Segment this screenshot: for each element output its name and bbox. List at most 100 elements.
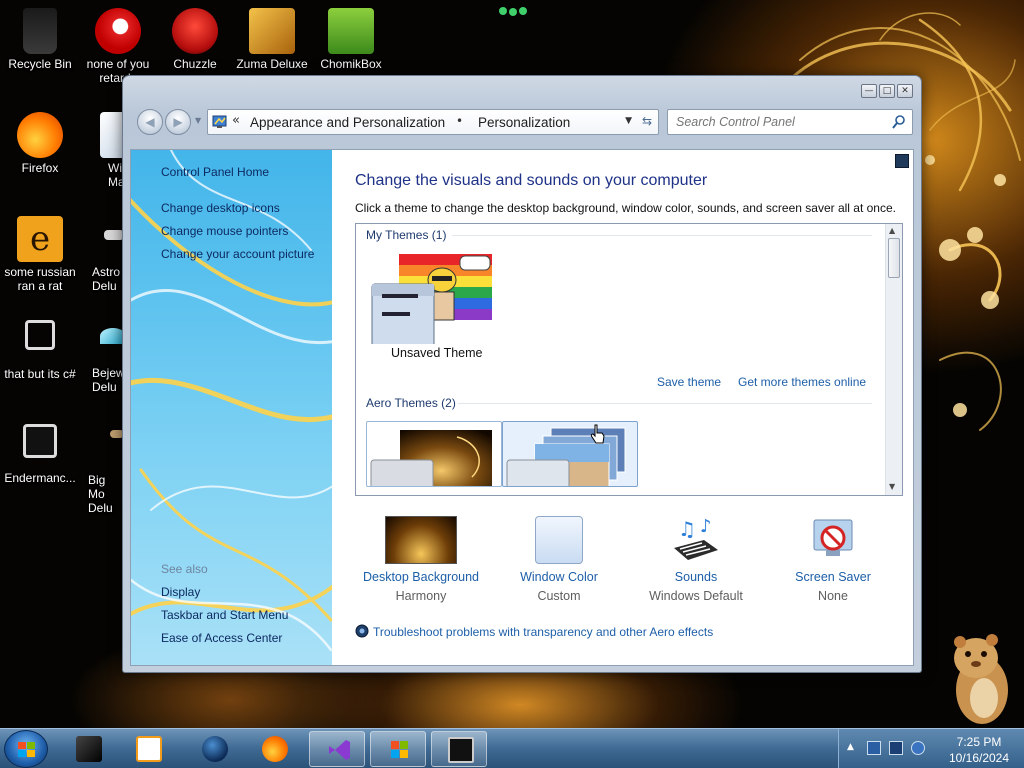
troubleshoot-link[interactable]: Troubleshoot problems with transparency … (355, 624, 713, 639)
taskbar-item-firefox[interactable] (246, 731, 302, 767)
ease-of-access-link[interactable]: Ease of Access Center (161, 631, 282, 645)
change-mouse-pointers-link[interactable]: Change mouse pointers (161, 224, 288, 238)
desktop-icon-zuma-deluxe[interactable]: Zuma Deluxe (232, 8, 312, 71)
help-icon[interactable] (895, 154, 909, 168)
show-hidden-icons[interactable]: ▲ (847, 742, 854, 752)
scroll-down-icon[interactable]: ▼ (889, 482, 895, 491)
firefox-icon (262, 736, 288, 762)
window-color-value: Custom (537, 589, 581, 603)
clock-date: 10/16/2024 (948, 751, 1010, 765)
save-theme-link[interactable]: Save theme (657, 375, 721, 389)
minimize-button[interactable]: — (861, 84, 877, 98)
desktop-icon-astro-deluxe[interactable]: Astro Delu (84, 216, 122, 293)
screen-saver-tool[interactable]: Screen Saver None (763, 516, 903, 603)
forward-button[interactable]: ▶ (165, 109, 191, 135)
desktop-icon-big-money-deluxe[interactable]: Big Mo Delu (84, 424, 122, 515)
system-tray: ▲ 7:25 PM 10/16/2024 (838, 729, 1024, 768)
address-bar[interactable]: « Appearance and Personalization • Perso… (207, 109, 659, 135)
change-desktop-icons-link[interactable]: Change desktop icons (161, 201, 280, 215)
change-account-picture-link[interactable]: Change your account picture (161, 247, 314, 261)
close-button[interactable]: ✕ (897, 84, 913, 98)
screen-saver-value: None (818, 589, 848, 603)
taskbar-item-steam[interactable] (186, 731, 242, 767)
personalization-window: — □ ✕ ◀ ▶ ▼ « Appearance and Personaliza… (122, 75, 922, 673)
control-panel-icon (212, 115, 227, 128)
desktop-icon-some-russian[interactable]: e some russian ran a rat (0, 216, 80, 293)
desktop-icon-endermanc[interactable]: Endermanc... (0, 424, 80, 485)
steam-icon (202, 736, 228, 762)
my-themes-heading: My Themes (1) (366, 228, 447, 242)
taskbar-item-control-panel[interactable] (431, 731, 487, 767)
desktop-icon-none-of-you[interactable]: none of you retards (78, 8, 158, 85)
hamster-gadget[interactable] (936, 628, 1024, 728)
main-pane: Change the visuals and sounds on your co… (332, 150, 913, 665)
start-button[interactable] (4, 730, 48, 768)
get-more-themes-link[interactable]: Get more themes online (738, 375, 866, 389)
window-color-tool[interactable]: Window Color Custom (489, 516, 629, 603)
desktop-icon-windows-media[interactable]: Window Ma (84, 112, 122, 189)
clock-time: 7:25 PM (956, 735, 1002, 749)
unsaved-theme-label[interactable]: Unsaved Theme (391, 346, 483, 360)
aero-themes-heading: Aero Themes (2) (366, 396, 456, 410)
chuzzle-icon (172, 8, 218, 54)
troubleshoot-label[interactable]: Troubleshoot problems with transparency … (373, 625, 713, 639)
desktop-icon-firefox[interactable]: Firefox (0, 112, 80, 175)
display-link[interactable]: Display (161, 585, 200, 599)
desktop-icon-label: Big Mo Delu (88, 473, 113, 515)
refresh-icon[interactable]: ⇆ (642, 114, 652, 128)
desktop-background-value: Harmony (395, 589, 447, 603)
troubleshoot-icon (355, 624, 369, 638)
desktop-icon-label: Recycle Bin (8, 57, 72, 71)
bejeweled-icon (100, 328, 122, 344)
screen-saver-label: Screen Saver (795, 570, 871, 584)
theme-list-scrollbar[interactable]: ▲ ▼ (885, 224, 902, 495)
sounds-icon: ♫ ♪ (674, 516, 718, 560)
sounds-label: Sounds (674, 570, 718, 584)
control-panel-home-link[interactable]: Control Panel Home (161, 165, 269, 179)
window-color-icon (535, 516, 583, 564)
sounds-tool[interactable]: ♫ ♪ Sounds Windows Default (626, 516, 766, 603)
scroll-up-icon[interactable]: ▲ (889, 226, 895, 235)
desktop-background-icon (385, 516, 457, 564)
breadcrumb-appearance[interactable]: Appearance and Personalization (250, 115, 445, 130)
tray-app-icon[interactable] (867, 741, 881, 755)
desktop-icon-chomikbox[interactable]: ChomikBox (311, 8, 391, 71)
desktop-icon-bejeweled-deluxe[interactable]: Bejew Delu (84, 320, 122, 394)
taskbar-item-windows-flag[interactable] (370, 731, 426, 767)
desktop-icon-that-but-its-c[interactable]: that but its c# (0, 320, 80, 381)
volume-icon[interactable] (911, 741, 925, 755)
unsaved-theme-thumbnail (371, 254, 492, 344)
breadcrumb-personalization[interactable]: Personalization (478, 115, 570, 130)
search-box[interactable] (667, 109, 913, 135)
desktop-icon-recycle-bin[interactable]: Recycle Bin (0, 8, 80, 71)
scrollbar-thumb[interactable] (888, 238, 900, 278)
search-input[interactable] (676, 114, 886, 130)
navigation-bar: ◀ ▶ ▼ « Appearance and Personalization •… (133, 106, 915, 138)
app-icon (95, 8, 141, 54)
divider (452, 235, 872, 236)
taskbar-item-media-player[interactable] (120, 731, 176, 767)
desktop-background-tool[interactable]: Desktop Background Harmony (351, 516, 491, 603)
desktop-icon-label: Window Ma (108, 161, 122, 189)
desktop-icon-label: Zuma Deluxe (236, 57, 308, 71)
taskbar-start-menu-link[interactable]: Taskbar and Start Menu (161, 608, 288, 622)
address-chevron[interactable]: « (232, 113, 240, 128)
search-icon[interactable] (892, 114, 906, 130)
theme-tile-windows-7[interactable] (502, 421, 638, 487)
desktop-icon-label: some russian ran a rat (4, 265, 76, 293)
recent-pages-dropdown[interactable]: ▼ (195, 116, 201, 125)
network-icon[interactable] (889, 741, 903, 755)
maximize-button[interactable]: □ (879, 84, 895, 98)
windows-7-theme-thumbnail (506, 427, 626, 486)
window-color-label: Window Color (520, 570, 598, 584)
theme-tile-harmony[interactable] (366, 421, 502, 487)
desktop-icon-label: Chuzzle (173, 57, 217, 71)
address-dropdown-icon[interactable]: ▼ (625, 116, 632, 126)
windows-flag-icon (391, 741, 408, 758)
clock[interactable]: 7:25 PM 10/16/2024 (941, 734, 1017, 766)
taskbar-item-visual-studio[interactable] (309, 731, 365, 767)
desktop-icon-chuzzle[interactable]: Chuzzle (155, 8, 235, 71)
divider (458, 403, 872, 404)
back-button[interactable]: ◀ (137, 109, 163, 135)
taskbar-item-black-cube[interactable] (60, 731, 116, 767)
